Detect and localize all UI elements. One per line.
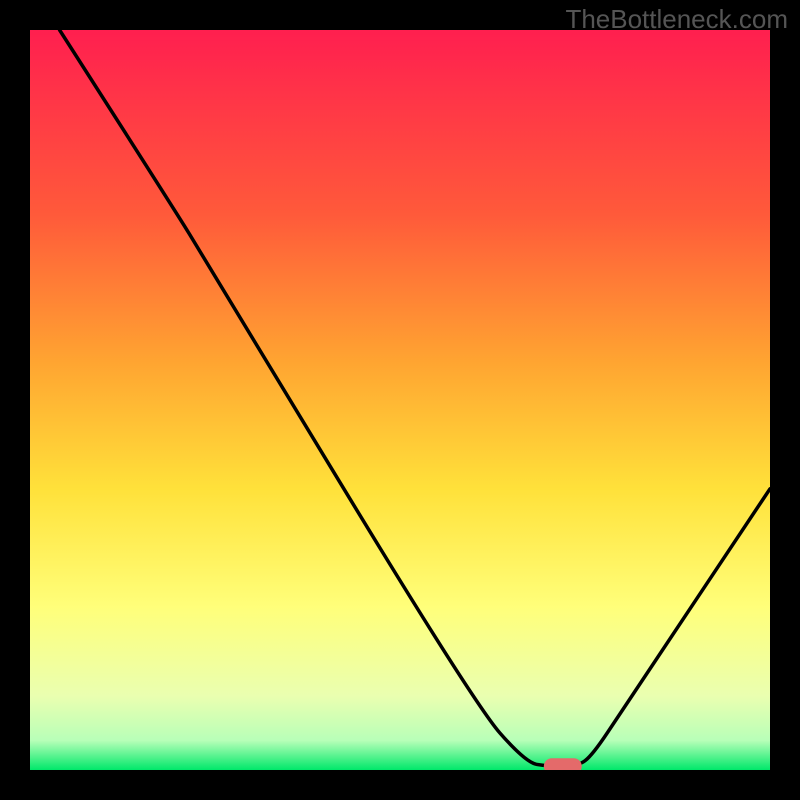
- optimal-marker: [544, 758, 582, 770]
- chart-background: [30, 30, 770, 770]
- watermark-text: TheBottleneck.com: [565, 4, 788, 35]
- bottleneck-chart: [30, 30, 770, 770]
